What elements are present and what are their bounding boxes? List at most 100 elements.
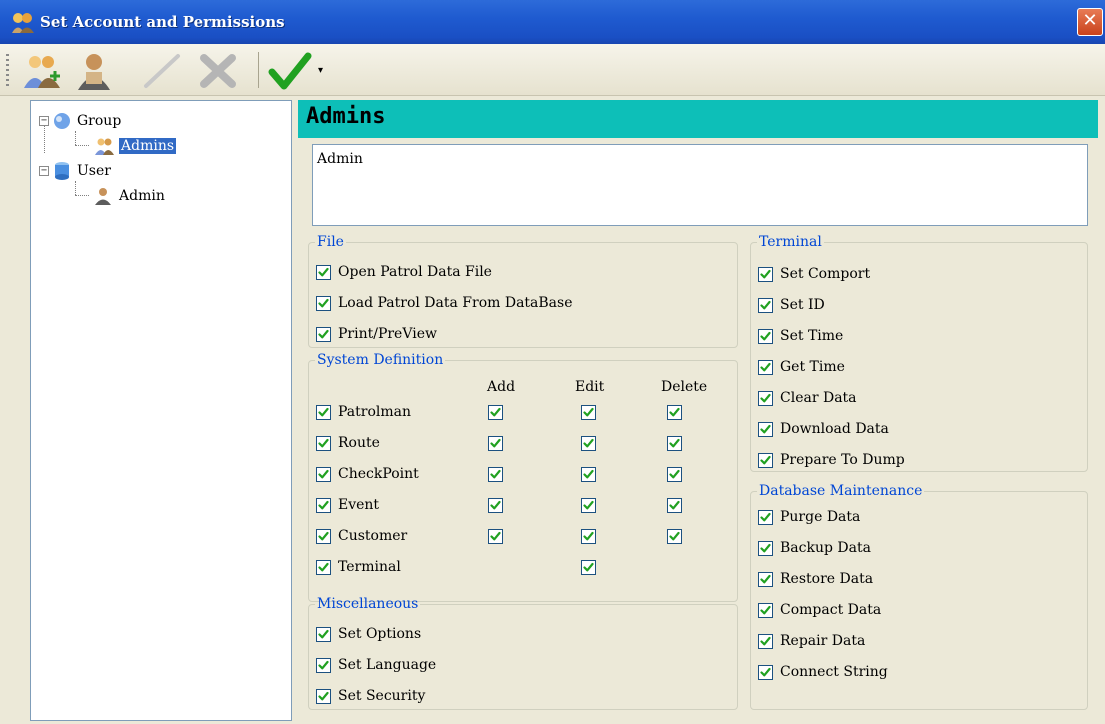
checkbox-load-patrol-data-from-database[interactable]: Load Patrol Data From DataBase bbox=[316, 293, 573, 313]
checkbox-checked-icon[interactable] bbox=[758, 540, 773, 556]
checkbox-checked-icon[interactable] bbox=[316, 264, 331, 280]
checkbox-set-language[interactable]: Set Language bbox=[316, 655, 436, 675]
checkbox-clear-data[interactable]: Clear Data bbox=[758, 388, 857, 408]
checkbox-event-add[interactable] bbox=[488, 498, 503, 513]
checkbox-compact-data[interactable]: Compact Data bbox=[758, 600, 881, 620]
checkbox-checked-icon[interactable] bbox=[758, 664, 773, 680]
checkbox-clear-data-label: Clear Data bbox=[780, 390, 857, 406]
checkbox-checked-icon[interactable] bbox=[758, 452, 773, 468]
column-header-edit: Edit bbox=[575, 379, 605, 395]
checkbox-checked-icon[interactable] bbox=[316, 435, 331, 451]
checkbox-terminal-edit[interactable] bbox=[581, 560, 596, 575]
checkbox-set-id[interactable]: Set ID bbox=[758, 295, 825, 315]
checkbox-event-delete[interactable] bbox=[667, 498, 682, 513]
checkbox-repair-data[interactable]: Repair Data bbox=[758, 631, 865, 651]
checkbox-patrolman-edit[interactable] bbox=[581, 405, 596, 420]
checkbox-open-patrol-data-file[interactable]: Open Patrol Data File bbox=[316, 262, 492, 282]
checkbox-purge-data[interactable]: Purge Data bbox=[758, 507, 860, 527]
checkbox-checkpoint-edit[interactable] bbox=[581, 467, 596, 482]
checkbox-checked-icon[interactable] bbox=[758, 571, 773, 587]
checkbox-checked-icon[interactable] bbox=[316, 404, 331, 420]
checkbox-checkpoint-label: CheckPoint bbox=[338, 466, 419, 482]
checkbox-set-security[interactable]: Set Security bbox=[316, 686, 425, 706]
selected-account-heading: Admins bbox=[298, 100, 1098, 138]
checkbox-connect-string[interactable]: Connect String bbox=[758, 662, 888, 682]
checkbox-patrolman-delete[interactable] bbox=[667, 405, 682, 420]
add-group-button[interactable] bbox=[20, 50, 64, 92]
checkbox-checked-icon[interactable] bbox=[758, 421, 773, 437]
checkbox-backup-data[interactable]: Backup Data bbox=[758, 538, 871, 558]
permissions-panel: Admins Admin File Open Patrol Data File L… bbox=[298, 100, 1098, 721]
tree-node-group[interactable]: − Group bbox=[39, 110, 121, 132]
checkbox-checked-icon[interactable] bbox=[316, 688, 331, 704]
checkbox-open-patrol-data-file-label: Open Patrol Data File bbox=[338, 264, 492, 280]
checkbox-customer-edit[interactable] bbox=[581, 529, 596, 544]
collapse-icon[interactable]: − bbox=[39, 166, 49, 176]
checkbox-checked-icon[interactable] bbox=[316, 497, 331, 513]
checkbox-checked-icon[interactable] bbox=[758, 328, 773, 344]
checkbox-checked-icon[interactable] bbox=[316, 528, 331, 544]
checkbox-checked-icon[interactable] bbox=[758, 602, 773, 618]
checkbox-checked-icon[interactable] bbox=[758, 297, 773, 313]
checkbox-connect-string-label: Connect String bbox=[780, 664, 888, 680]
checkbox-patrolman[interactable]: Patrolman bbox=[316, 402, 411, 422]
apply-button[interactable] bbox=[268, 50, 312, 92]
checkbox-customer[interactable]: Customer bbox=[316, 526, 407, 546]
description-textarea[interactable]: Admin bbox=[312, 144, 1088, 226]
add-user-button[interactable] bbox=[74, 50, 118, 92]
checkbox-download-data[interactable]: Download Data bbox=[758, 419, 889, 439]
database-maintenance-legend: Database Maintenance bbox=[759, 483, 923, 499]
checkbox-checked-icon[interactable] bbox=[316, 626, 331, 642]
system-definition-legend: System Definition bbox=[317, 352, 444, 368]
checkbox-checked-icon[interactable] bbox=[758, 266, 773, 282]
checkbox-set-language-label: Set Language bbox=[338, 657, 437, 673]
checkbox-checkpoint-add[interactable] bbox=[488, 467, 503, 482]
checkbox-checkpoint-delete[interactable] bbox=[667, 467, 682, 482]
checkbox-print-preview[interactable]: Print/PreView bbox=[316, 324, 437, 344]
window-title: Set Account and Permissions bbox=[40, 13, 285, 31]
collapse-icon[interactable]: − bbox=[39, 116, 49, 126]
checkbox-route-add[interactable] bbox=[488, 436, 503, 451]
edit-icon bbox=[144, 54, 180, 88]
checkbox-set-options[interactable]: Set Options bbox=[316, 624, 421, 644]
checkbox-prepare-to-dump[interactable]: Prepare To Dump bbox=[758, 450, 905, 470]
checkbox-checked-icon[interactable] bbox=[316, 559, 331, 575]
checkbox-checked-icon[interactable] bbox=[316, 295, 331, 311]
checkbox-checked-icon[interactable] bbox=[758, 390, 773, 406]
tree-node-admin-user[interactable]: Admin bbox=[91, 185, 165, 207]
checkbox-set-comport[interactable]: Set Comport bbox=[758, 264, 870, 284]
checkbox-event[interactable]: Event bbox=[316, 495, 379, 515]
checkbox-restore-data[interactable]: Restore Data bbox=[758, 569, 873, 589]
tree-node-user[interactable]: − User bbox=[39, 160, 111, 182]
toolbar-separator bbox=[258, 52, 259, 88]
checkbox-checked-icon[interactable] bbox=[758, 359, 773, 375]
terminal-legend: Terminal bbox=[759, 234, 822, 250]
checkbox-checked-icon[interactable] bbox=[316, 657, 331, 673]
edit-button[interactable] bbox=[140, 50, 184, 92]
checkbox-route-edit[interactable] bbox=[581, 436, 596, 451]
checkbox-patrolman-add[interactable] bbox=[488, 405, 503, 420]
checkbox-terminal[interactable]: Terminal bbox=[316, 557, 401, 577]
checkbox-customer-add[interactable] bbox=[488, 529, 503, 544]
toolbar-dropdown-icon[interactable]: ▾ bbox=[318, 65, 323, 76]
checkbox-set-time[interactable]: Set Time bbox=[758, 326, 843, 346]
delete-button[interactable] bbox=[196, 50, 240, 92]
checkbox-checked-icon[interactable] bbox=[316, 466, 331, 482]
checkbox-set-time-label: Set Time bbox=[780, 328, 844, 344]
close-button[interactable]: ✕ bbox=[1077, 8, 1103, 36]
checkbox-checkpoint[interactable]: CheckPoint bbox=[316, 464, 419, 484]
checkbox-get-time[interactable]: Get Time bbox=[758, 357, 845, 377]
toolbar-grip[interactable] bbox=[6, 54, 9, 88]
checkbox-event-edit[interactable] bbox=[581, 498, 596, 513]
checkbox-prepare-to-dump-label: Prepare To Dump bbox=[780, 452, 905, 468]
checkbox-customer-delete[interactable] bbox=[667, 529, 682, 544]
checkbox-route[interactable]: Route bbox=[316, 433, 380, 453]
tree-node-admins[interactable]: Admins bbox=[91, 135, 177, 157]
account-tree[interactable]: − Group Admins − User Admin bbox=[30, 100, 292, 721]
checkbox-route-delete[interactable] bbox=[667, 436, 682, 451]
checkbox-checked-icon[interactable] bbox=[316, 326, 331, 342]
checkbox-checked-icon[interactable] bbox=[758, 633, 773, 649]
delete-icon bbox=[200, 54, 236, 88]
checkbox-terminal-label: Terminal bbox=[338, 559, 401, 575]
checkbox-checked-icon[interactable] bbox=[758, 509, 773, 525]
